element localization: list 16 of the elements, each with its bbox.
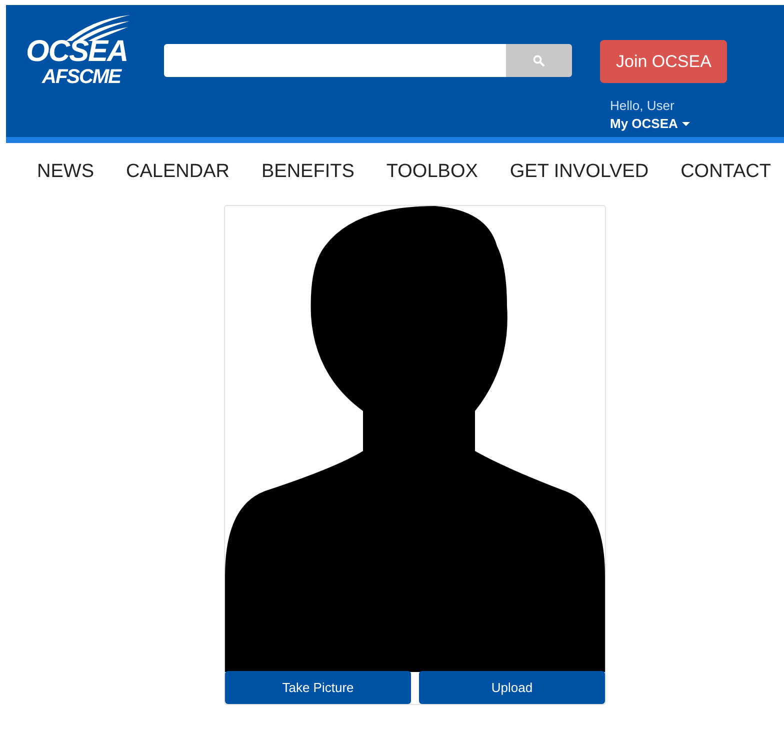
search-icon	[533, 54, 545, 66]
logo[interactable]: OCSEA AFSCME	[26, 13, 138, 87]
photo-button[interactable]: Take Picture	[225, 671, 411, 704]
caret-icon	[682, 122, 690, 126]
nav-link[interactable]: BENEFITS	[261, 161, 354, 185]
nav-link[interactable]: TOOLBOX	[386, 161, 478, 185]
search-button[interactable]	[506, 44, 572, 77]
account-menu[interactable]: My OCSEA	[610, 116, 690, 131]
nav-link[interactable]: CALENDAR	[126, 161, 230, 185]
nav-link[interactable]: GET INVOLVED	[510, 161, 649, 185]
photo-button[interactable]: Upload	[419, 671, 605, 704]
join-button[interactable]: Join OCSEA	[600, 40, 728, 83]
nav-link[interactable]: NEWS	[37, 161, 94, 185]
nav-link[interactable]: CONTACT	[680, 161, 771, 185]
search-field[interactable]	[164, 44, 572, 77]
greeting-text: Hello, User	[610, 98, 674, 113]
